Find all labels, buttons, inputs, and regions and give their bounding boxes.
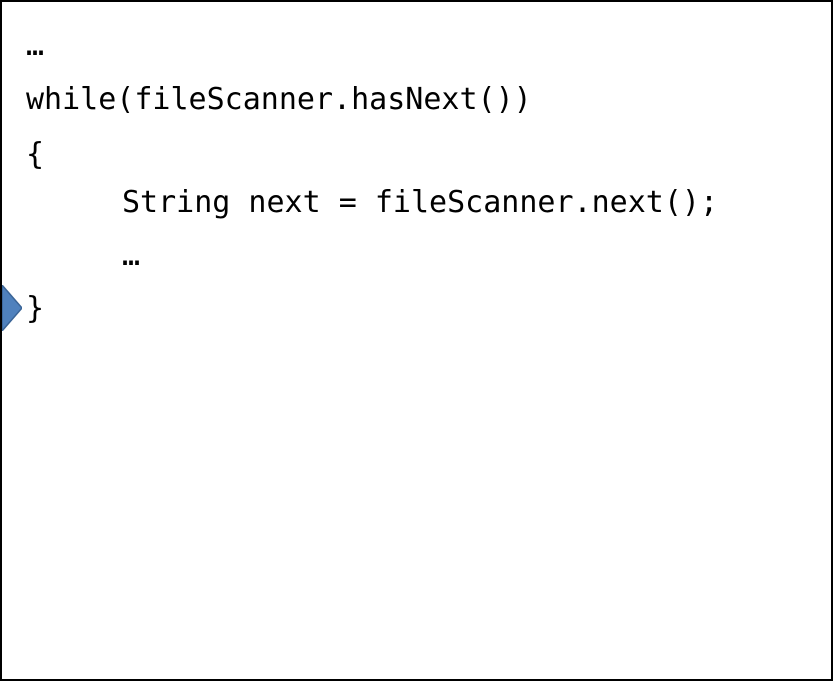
code-line-6-close-brace: } xyxy=(26,291,45,326)
arrow-pointer-icon xyxy=(2,285,22,331)
code-line-4-string-next: String next = fileScanner.next(); xyxy=(122,185,719,220)
code-line-3-open-brace: { xyxy=(26,137,45,172)
code-line-1-ellipsis: … xyxy=(26,28,45,63)
code-line-5-ellipsis: … xyxy=(122,238,141,273)
code-panel: … while(fileScanner.hasNext()) { String … xyxy=(0,0,833,681)
code-line-2-while: while(fileScanner.hasNext()) xyxy=(26,82,532,117)
